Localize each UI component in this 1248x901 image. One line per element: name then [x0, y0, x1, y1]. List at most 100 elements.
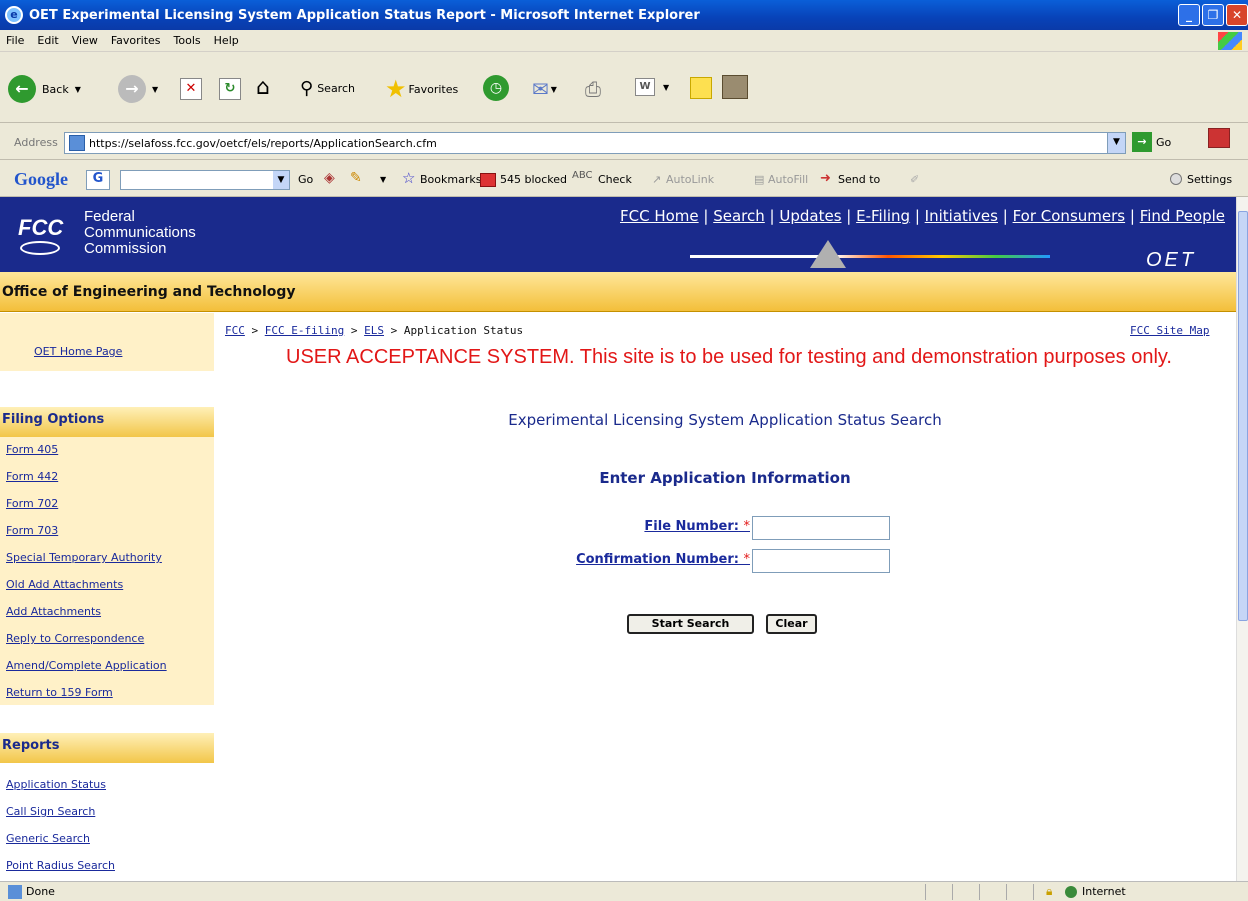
menu-tools[interactable]: Tools: [174, 34, 201, 47]
forward-arrow-icon[interactable]: →: [118, 75, 146, 103]
back-dropdown-icon[interactable]: ▼: [75, 85, 81, 94]
autolink-button[interactable]: AutoLink: [666, 173, 714, 186]
minimize-button[interactable]: _: [1178, 4, 1200, 26]
autofill-button[interactable]: AutoFill: [768, 173, 808, 186]
link-updates[interactable]: Updates: [779, 207, 841, 225]
menu-view[interactable]: View: [72, 34, 98, 47]
menu-edit[interactable]: Edit: [37, 34, 58, 47]
refresh-icon[interactable]: ↻: [219, 78, 241, 100]
favorites-star-icon[interactable]: ★: [385, 75, 407, 103]
options-dropdown-icon[interactable]: ▼: [380, 175, 386, 184]
breadcrumb-fcc[interactable]: FCC: [225, 324, 245, 337]
home-icon[interactable]: ⌂: [256, 75, 270, 100]
file-number-label[interactable]: File Number: *: [604, 519, 750, 534]
link-for-consumers[interactable]: For Consumers: [1013, 207, 1126, 225]
address-dropdown-icon[interactable]: ▼: [1107, 133, 1125, 153]
menu-file[interactable]: File: [6, 34, 24, 47]
stop-icon[interactable]: ✕: [180, 78, 202, 100]
home-box: [0, 313, 214, 371]
title-bar: e OET Experimental Licensing System Appl…: [0, 0, 1248, 30]
settings-button[interactable]: Settings: [1187, 173, 1232, 186]
start-search-button[interactable]: Start Search: [627, 614, 754, 634]
menu-favorites[interactable]: Favorites: [111, 34, 161, 47]
page-content: FCC Federal Communications Commission FCC …: [0, 197, 1236, 881]
address-label: Address: [14, 136, 58, 149]
go-button[interactable]: Go: [1156, 136, 1171, 149]
menu-help[interactable]: Help: [214, 34, 239, 47]
back-arrow-icon[interactable]: ←: [8, 75, 36, 103]
vertical-scrollbar[interactable]: [1236, 197, 1248, 881]
popup-blocked-count[interactable]: 545 blocked: [500, 173, 567, 186]
clear-button[interactable]: Clear: [766, 614, 817, 634]
sidebar-item-application-status[interactable]: Application Status: [6, 778, 106, 791]
bookmarks-button[interactable]: Bookmarks: [420, 173, 481, 186]
spellcheck-icon[interactable]: ABC: [572, 170, 593, 181]
status-text: Done: [26, 885, 55, 898]
check-button[interactable]: Check: [598, 173, 632, 186]
sidebar-item-old-attachments[interactable]: Old Add Attachments: [6, 578, 123, 591]
google-logo[interactable]: Google: [14, 169, 68, 190]
search-icon[interactable]: ⚲: [300, 78, 313, 99]
link-fcc-home[interactable]: FCC Home: [620, 207, 699, 225]
sidebar-item-call-sign-search[interactable]: Call Sign Search: [6, 805, 95, 818]
link-find-people[interactable]: Find People: [1140, 207, 1225, 225]
breadcrumb: FCC > FCC E-filing > ELS > Application S…: [225, 324, 524, 337]
history-icon[interactable]: ◷: [483, 75, 509, 101]
link-initiatives[interactable]: Initiatives: [925, 207, 998, 225]
research-icon[interactable]: [722, 75, 748, 99]
sidebar-item-form-703[interactable]: Form 703: [6, 524, 58, 537]
discuss-icon[interactable]: [690, 77, 712, 99]
bookmark-star-icon[interactable]: ☆: [402, 169, 415, 187]
search-button[interactable]: Search: [317, 82, 355, 95]
google-dropdown-icon[interactable]: ▼: [273, 171, 289, 189]
maximize-button[interactable]: ❐: [1202, 4, 1224, 26]
pagerank-icon[interactable]: ◈: [324, 170, 335, 186]
google-go-button[interactable]: Go: [298, 173, 313, 186]
oet-home-link[interactable]: OET Home Page: [34, 345, 122, 358]
edit-dropdown-icon[interactable]: ▼: [663, 83, 669, 92]
sidebar-item-sta[interactable]: Special Temporary Authority: [6, 551, 162, 564]
toolbar-pencil-icon[interactable]: ✐: [910, 173, 919, 186]
autolink-icon[interactable]: ↗: [652, 173, 661, 186]
close-button[interactable]: ✕: [1226, 4, 1248, 26]
sidebar-item-form-405[interactable]: Form 405: [6, 443, 58, 456]
sidebar-item-return-159[interactable]: Return to 159 Form: [6, 686, 113, 699]
word-edit-icon[interactable]: W: [635, 78, 655, 96]
oet-logo: OET: [1146, 249, 1197, 271]
send-to-icon[interactable]: ➜: [820, 171, 831, 186]
link-e-filing[interactable]: E-Filing: [856, 207, 910, 225]
mail-icon[interactable]: ✉: [532, 77, 549, 101]
fcc-logo[interactable]: FCC: [18, 215, 68, 255]
sidebar-item-reply[interactable]: Reply to Correspondence: [6, 632, 144, 645]
google-search-input[interactable]: ▼: [120, 170, 290, 190]
link-search[interactable]: Search: [713, 207, 765, 225]
forward-dropdown-icon[interactable]: ▼: [152, 85, 158, 94]
favorites-button[interactable]: Favorites: [409, 83, 459, 96]
site-map-link[interactable]: FCC Site Map: [1130, 324, 1209, 337]
autofill-icon[interactable]: ▤: [754, 173, 764, 186]
sidebar-item-point-radius-search[interactable]: Point Radius Search: [6, 859, 115, 872]
mail-dropdown-icon[interactable]: ▼: [551, 85, 557, 94]
settings-icon[interactable]: [1170, 173, 1182, 185]
file-number-input[interactable]: [752, 516, 890, 540]
send-to-button[interactable]: Send to: [838, 173, 880, 186]
fcc-header: FCC Federal Communications Commission FCC …: [0, 197, 1236, 272]
back-button[interactable]: Back: [42, 83, 69, 96]
highlight-icon[interactable]: ✎: [350, 170, 362, 186]
sidebar-item-generic-search[interactable]: Generic Search: [6, 832, 90, 845]
sidebar-item-form-442[interactable]: Form 442: [6, 470, 58, 483]
confirmation-number-input[interactable]: [752, 549, 890, 573]
acrobat-icon[interactable]: [1208, 128, 1230, 148]
go-arrow-icon[interactable]: →: [1132, 132, 1152, 152]
breadcrumb-els[interactable]: ELS: [364, 324, 384, 337]
google-menu-icon[interactable]: G: [86, 170, 110, 190]
scrollbar-thumb[interactable]: [1238, 211, 1248, 621]
sidebar-item-form-702[interactable]: Form 702: [6, 497, 58, 510]
breadcrumb-efiling[interactable]: FCC E-filing: [265, 324, 344, 337]
sidebar-item-add-attachments[interactable]: Add Attachments: [6, 605, 101, 618]
address-input[interactable]: https://selafoss.fcc.gov/oetcf/els/repor…: [64, 132, 1126, 154]
sidebar-item-amend[interactable]: Amend/Complete Application: [6, 659, 167, 672]
print-icon[interactable]: ⎙: [585, 77, 601, 101]
confirmation-number-label[interactable]: Confirmation Number: *: [530, 552, 750, 567]
office-bar: Office of Engineering and Technology: [0, 272, 1236, 312]
